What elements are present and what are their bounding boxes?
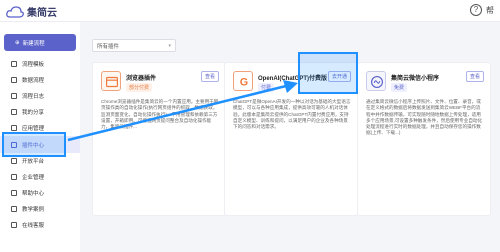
main-content: 所有插件 ▾ 浏览器插件 部分付费 查看 Chrome浏览器插件是集简云的一个内…	[80, 22, 500, 252]
sidebar-item-label: 帮助中心	[22, 190, 45, 197]
sidebar-item-3[interactable]: 我的分享	[0, 104, 80, 120]
top-bar: 集简云 ? 帮	[0, 0, 500, 22]
template-icon	[11, 61, 17, 68]
sidebar-item-10[interactable]: 在线客服	[0, 217, 80, 233]
sidebar-item-label: 企业管理	[22, 174, 45, 181]
case-icon	[11, 205, 17, 212]
card-title: 浏览器插件	[126, 76, 157, 82]
sidebar-item-label: 教学案例	[22, 206, 45, 213]
sidebar-item-label: 流程模板	[22, 62, 45, 69]
plugin-card-wechat-miniprogram[interactable]: 集简云微信小程序 免费 查看 通过集简云微信小程序上传照片、文件、位置、录音，或…	[357, 62, 491, 216]
enterprise-icon	[11, 173, 17, 180]
openai-g-icon: G	[233, 71, 253, 91]
sidebar-item-2[interactable]: 流程日志	[0, 88, 80, 104]
sidebar-item-label: 在线客服	[22, 222, 45, 229]
new-flow-label: 新建流程	[22, 40, 45, 47]
pricing-badge: 免费	[391, 83, 408, 92]
sidebar-item-9[interactable]: 教学案例	[0, 201, 80, 217]
sidebar-item-7[interactable]: 企业管理	[0, 169, 80, 185]
app-icon	[11, 125, 17, 132]
highlight-activate-button	[298, 52, 358, 94]
browser-plugin-icon	[101, 71, 121, 91]
app-logo[interactable]: 集简云	[6, 4, 57, 19]
plugin-filter-select[interactable]: 所有插件 ▾	[92, 39, 176, 52]
service-icon	[11, 221, 17, 228]
card-description: Chrome浏览器插件是集简云的一个内置应用。主要用于网页操作类的自动化操作(执…	[101, 99, 219, 130]
filter-value: 所有插件	[97, 43, 120, 50]
sidebar-item-0[interactable]: 流程模板	[0, 56, 80, 72]
svg-text:G: G	[240, 77, 248, 89]
plugin-card-browser[interactable]: 浏览器插件 部分付费 查看 Chrome浏览器插件是集简云的一个内置应用。主要用…	[92, 62, 226, 216]
share-icon	[11, 109, 17, 116]
card-title: 集简云微信小程序	[391, 76, 440, 82]
sidebar-item-label: 开放平台	[22, 158, 45, 165]
card-description: ChatGPT是微OpenAI开发的一种以对话为基础的大型语言模型，可以与各种应…	[233, 99, 351, 130]
view-button[interactable]: 查看	[200, 71, 219, 82]
new-flow-button[interactable]: ⊕ 新建流程	[4, 34, 76, 51]
highlight-plugin-center	[2, 132, 66, 157]
view-button[interactable]: 查看	[465, 71, 484, 82]
sidebar-item-8[interactable]: 帮助中心	[0, 185, 80, 201]
log-icon	[11, 93, 17, 100]
pricing-badge: 付费	[258, 83, 275, 92]
sidebar-item-label: 数据流程	[22, 78, 45, 85]
sidebar-item-label: 我的分享	[22, 110, 45, 117]
help-link[interactable]: 帮	[486, 5, 494, 16]
pricing-badge: 部分付费	[126, 83, 153, 92]
sidebar-item-label: 流程日志	[22, 94, 45, 101]
platform-icon	[11, 157, 17, 164]
cloud-logo-icon	[6, 5, 24, 18]
chevron-down-icon: ▾	[168, 42, 171, 49]
help-circle-icon[interactable]: ?	[470, 4, 482, 16]
sidebar-item-1[interactable]: 数据流程	[0, 72, 80, 88]
flow-icon	[11, 77, 17, 84]
help-icon	[11, 189, 17, 196]
miniprogram-icon	[366, 71, 386, 91]
plus-icon: ⊕	[15, 39, 20, 46]
app-name: 集简云	[27, 8, 57, 19]
card-description: 通过集简云微信小程序上传照片、文件、位置、录音，或在定义格式的数据后将数据发送到…	[366, 99, 483, 136]
